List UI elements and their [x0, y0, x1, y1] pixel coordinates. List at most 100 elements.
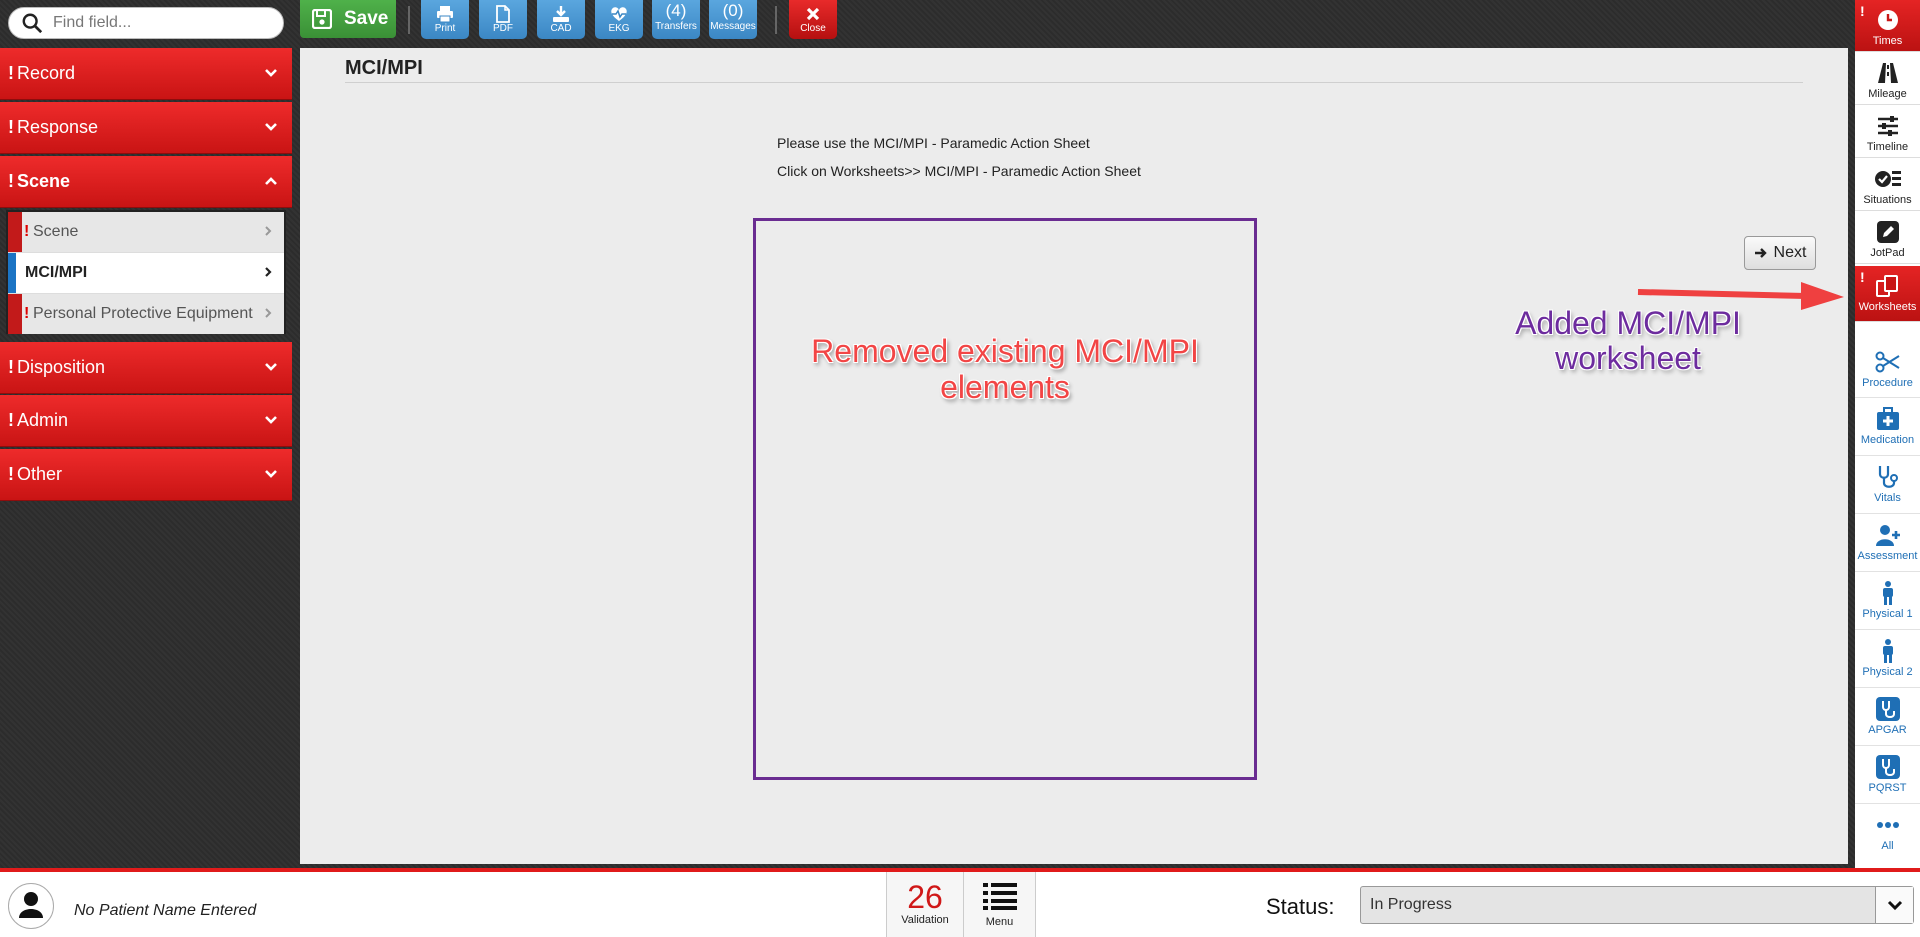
pdf-label: PDF	[493, 23, 513, 34]
sidebar-section-label: Admin	[17, 410, 69, 430]
alert-marker: !	[1860, 269, 1865, 285]
scissors-icon	[1875, 351, 1900, 373]
alert-marker: !	[8, 63, 14, 83]
rightbar-worksheets[interactable]: ! Worksheets	[1855, 266, 1920, 322]
sidebar-section-scene[interactable]: ! Scene	[0, 156, 292, 208]
alert-marker: !	[24, 305, 30, 322]
status-label: Status:	[1266, 894, 1335, 919]
main-panel: MCI/MPI Please use the MCI/MPI - Paramed…	[300, 48, 1848, 864]
search-input[interactable]	[53, 14, 273, 32]
sidebar-subitem-label: Scene	[33, 223, 79, 240]
alert-marker: !	[8, 117, 14, 137]
toolbar-divider	[775, 6, 777, 34]
alert-marker: !	[8, 171, 14, 191]
rightbar-timeline[interactable]: Timeline	[1855, 106, 1920, 158]
sidebar-section-response[interactable]: ! Response	[0, 102, 292, 154]
rightbar-label: Physical 2	[1862, 666, 1913, 678]
ekg-button[interactable]: EKG	[595, 0, 643, 39]
rightbar-label: All	[1881, 840, 1894, 852]
rightbar-label: Mileage	[1868, 88, 1907, 100]
validation-button[interactable]: 26 Validation	[886, 872, 964, 937]
worksheets-icon	[1875, 275, 1898, 297]
heartbeat-icon	[611, 7, 627, 21]
search-icon	[22, 13, 43, 34]
rightbar-medication[interactable]: Medication	[1855, 399, 1920, 456]
cad-button[interactable]: CAD	[537, 0, 585, 39]
rightbar-assessment[interactable]: Assessment	[1855, 515, 1920, 572]
printer-icon	[437, 6, 453, 23]
rightbar-physical-2[interactable]: Physical 2	[1855, 631, 1920, 688]
sidebar-subitem-mci-mpi[interactable]: MCI/MPI	[8, 253, 284, 293]
patient-name[interactable]: No Patient Name Entered	[74, 902, 256, 920]
menu-button[interactable]: Menu	[964, 872, 1036, 937]
pdf-file-icon	[496, 5, 510, 23]
rightbar-physical-1[interactable]: Physical 1	[1855, 573, 1920, 630]
sidebar-section-other[interactable]: ! Other	[0, 449, 292, 501]
chevron-up-icon	[265, 177, 277, 185]
person-icon	[1882, 639, 1893, 663]
sidebar-section-label: Disposition	[17, 357, 106, 377]
close-button[interactable]: Close	[789, 0, 837, 39]
ellipsis-icon	[1876, 822, 1899, 828]
rightbar-situations[interactable]: Situations	[1855, 159, 1920, 211]
chevron-right-icon	[265, 267, 272, 277]
search-box[interactable]	[8, 7, 284, 39]
pdf-button[interactable]: PDF	[479, 0, 527, 39]
messages-count: (0)	[722, 1, 744, 20]
sidebar-section-record[interactable]: ! Record	[0, 48, 292, 100]
rightbar-procedure[interactable]: Procedure	[1855, 342, 1920, 398]
sidebar-subitem-label: Personal Protective Equipment	[33, 305, 253, 322]
menu-label: Menu	[985, 916, 1014, 928]
right-toolbar: ! Times Mileage Timeline Situations JotP…	[1855, 0, 1920, 868]
status-select[interactable]: In Progress	[1360, 886, 1914, 924]
sidebar-subitem-ppe[interactable]: ! Personal Protective Equipment	[8, 294, 284, 334]
alert-marker: !	[8, 357, 14, 377]
annotation-arrow	[1637, 282, 1844, 310]
rightbar-label: PQRST	[1868, 782, 1907, 794]
person-icon	[1882, 581, 1893, 605]
print-button[interactable]: Print	[421, 0, 469, 39]
chevron-down-icon	[265, 69, 277, 77]
validation-count: 26	[907, 879, 943, 915]
status-dropdown-toggle[interactable]	[1875, 887, 1913, 923]
sidebar-subitem-scene[interactable]: ! Scene	[8, 212, 284, 252]
status-value: In Progress	[1370, 896, 1452, 913]
avatar[interactable]	[8, 883, 54, 929]
rightbar-mileage[interactable]: Mileage	[1855, 53, 1920, 105]
stethoscope-square-icon	[1875, 697, 1900, 721]
rightbar-all[interactable]: All	[1855, 805, 1920, 861]
alert-marker: !	[8, 410, 14, 430]
sidebar: ! Record ! Response ! Scene ! Scene MCI/…	[0, 0, 292, 868]
sidebar-section-disposition[interactable]: ! Disposition	[0, 342, 292, 394]
rightbar-pqrst[interactable]: PQRST	[1855, 747, 1920, 804]
list-icon	[982, 883, 1017, 910]
rightbar-jotpad[interactable]: JotPad	[1855, 212, 1920, 264]
pencil-icon	[1876, 221, 1899, 243]
transfers-label: Transfers	[655, 21, 697, 32]
chevron-down-icon	[265, 416, 277, 424]
close-label: Close	[800, 23, 826, 34]
rightbar-label: APGAR	[1868, 724, 1907, 736]
user-plus-icon	[1875, 525, 1900, 546]
alert-marker: !	[24, 223, 30, 240]
floppy-disk-icon	[312, 9, 332, 29]
transfers-button[interactable]: (4) Transfers	[652, 0, 700, 39]
chevron-right-icon	[265, 226, 272, 236]
sidebar-section-admin[interactable]: ! Admin	[0, 395, 292, 447]
rightbar-apgar[interactable]: APGAR	[1855, 689, 1920, 746]
rightbar-label: Physical 1	[1862, 608, 1913, 620]
cad-label: CAD	[550, 23, 572, 34]
download-icon	[553, 6, 569, 22]
rightbar-times[interactable]: ! Times	[1855, 0, 1920, 52]
annotation-removed: Removed existing MCI/MPI elements	[811, 333, 1199, 405]
messages-button[interactable]: (0) Messages	[709, 0, 757, 39]
user-icon	[19, 892, 43, 918]
rightbar-label: Vitals	[1874, 492, 1901, 504]
rightbar-label: JotPad	[1870, 247, 1905, 259]
sidebar-section-label: Scene	[17, 171, 71, 191]
save-button[interactable]: Save	[300, 0, 396, 38]
rightbar-vitals[interactable]: Vitals	[1855, 457, 1920, 514]
medkit-icon	[1876, 407, 1899, 430]
removed-elements-box	[753, 218, 1257, 780]
next-button[interactable]: Next	[1744, 236, 1816, 270]
